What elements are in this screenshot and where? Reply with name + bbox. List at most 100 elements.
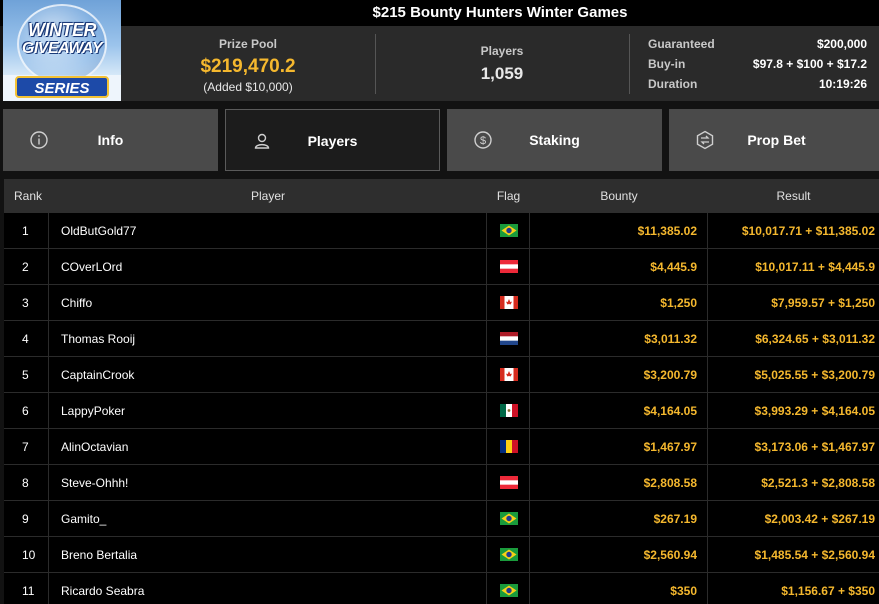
bounty-cell: $3,011.32 xyxy=(530,321,708,356)
rank-value: 7 xyxy=(22,440,29,454)
result-value: $1,156.67 + $350 xyxy=(781,584,875,598)
result-value: $3,173.06 + $1,467.97 xyxy=(754,440,875,454)
player-name[interactable]: Ricardo Seabra xyxy=(61,584,144,598)
result-cell: $6,324.65 + $3,011.32 xyxy=(708,321,879,356)
divider xyxy=(629,34,630,94)
rank-cell: 2 xyxy=(4,249,49,284)
player-cell: COverLOrd xyxy=(49,249,487,284)
tab-prop-bet[interactable]: Prop Bet xyxy=(669,109,879,171)
tournament-info-bar: Prize Pool $219,470.2 (Added $10,000) Pl… xyxy=(121,26,879,101)
guaranteed-label: Guaranteed xyxy=(648,37,715,51)
netherlands-flag xyxy=(500,332,518,345)
column-header-bounty[interactable]: Bounty xyxy=(530,189,708,203)
result-value: $10,017.71 + $11,385.02 xyxy=(741,224,875,238)
result-value: $1,485.54 + $2,560.94 xyxy=(754,548,875,562)
table-row[interactable]: 10 Breno Bertalia $2,560.94 $1,485.54 + $2,… xyxy=(4,537,879,573)
table-row[interactable]: 11 Ricardo Seabra $350 $1,156.67 + $350 xyxy=(4,573,879,604)
brazil-flag xyxy=(500,224,518,237)
result-cell: $10,017.71 + $11,385.02 xyxy=(708,213,879,248)
austria-flag xyxy=(500,260,518,273)
player-name[interactable]: CaptainCrook xyxy=(61,368,134,382)
table-row[interactable]: 5 CaptainCrook $3,200.79 $5,025.55 + $3,200… xyxy=(4,357,879,393)
player-name[interactable]: Thomas Rooij xyxy=(61,332,135,346)
result-cell: $5,025.55 + $3,200.79 xyxy=(708,357,879,392)
bounty-cell: $2,560.94 xyxy=(530,537,708,572)
flag-cell xyxy=(487,393,530,428)
players-label: Players xyxy=(480,44,524,58)
result-cell: $10,017.11 + $4,445.9 xyxy=(708,249,879,284)
table-row[interactable]: 8 Steve-Ohhh! $2,808.58 $2,521.3 + $2,808.5… xyxy=(4,465,879,501)
rank-value: 10 xyxy=(22,548,36,562)
player-cell: LappyPoker xyxy=(49,393,487,428)
rank-value: 8 xyxy=(22,476,29,490)
flag-cell xyxy=(487,249,530,284)
player-name[interactable]: COverLOrd xyxy=(61,260,122,274)
rank-cell: 7 xyxy=(4,429,49,464)
romania-flag xyxy=(500,440,518,453)
flag-cell xyxy=(487,465,530,500)
result-cell: $3,993.29 + $4,164.05 xyxy=(708,393,879,428)
result-value: $10,017.11 + $4,445.9 xyxy=(755,260,875,274)
result-value: $3,993.29 + $4,164.05 xyxy=(754,404,875,418)
rank-value: 3 xyxy=(22,296,29,310)
rank-cell: 9 xyxy=(4,501,49,536)
player-name[interactable]: Steve-Ohhh! xyxy=(61,476,128,490)
brazil-flag xyxy=(500,512,518,525)
table-row[interactable]: 2 COverLOrd $4,445.9 $10,017.11 + $4,445.9 xyxy=(4,249,879,285)
tab-staking-label: Staking xyxy=(529,132,580,148)
player-name[interactable]: AlinOctavian xyxy=(61,440,128,454)
table-row[interactable]: 1 OldButGold77 $11,385.02 $10,017.71 + $11,… xyxy=(4,213,879,249)
player-name[interactable]: LappyPoker xyxy=(61,404,125,418)
tab-players[interactable]: Players xyxy=(225,109,440,171)
brazil-flag xyxy=(500,584,518,597)
table-row[interactable]: 3 Chiffo $1,250 $7,959.57 + $1,250 xyxy=(4,285,879,321)
result-cell: $3,173.06 + $1,467.97 xyxy=(708,429,879,464)
column-header-player[interactable]: Player xyxy=(49,189,487,203)
bounty-value: $350 xyxy=(670,584,697,598)
rank-cell: 11 xyxy=(4,573,49,604)
player-cell: Ricardo Seabra xyxy=(49,573,487,604)
result-cell: $2,521.3 + $2,808.58 xyxy=(708,465,879,500)
canada-flag xyxy=(500,368,518,381)
tab-prop-bet-label: Prop Bet xyxy=(747,132,806,148)
player-name[interactable]: Chiffo xyxy=(61,296,92,310)
players-count: 1,059 xyxy=(480,64,524,83)
table-row[interactable]: 4 Thomas Rooij $3,011.32 $6,324.65 + $3,011… xyxy=(4,321,879,357)
table-row[interactable]: 9 Gamito_ $267.19 $2,003.42 + $267.19 xyxy=(4,501,879,537)
tab-info[interactable]: Info xyxy=(3,109,218,171)
bounty-value: $3,200.79 xyxy=(643,368,697,382)
logo-line1: WINTER xyxy=(28,20,97,40)
player-name[interactable]: Gamito_ xyxy=(61,512,106,526)
flag-cell xyxy=(487,429,530,464)
flag-cell xyxy=(487,573,530,604)
bounty-cell: $4,445.9 xyxy=(530,249,708,284)
column-header-flag[interactable]: Flag xyxy=(487,189,530,203)
prize-pool-label: Prize Pool xyxy=(218,37,277,51)
tab-staking[interactable]: $ Staking xyxy=(447,109,662,171)
player-cell: Breno Bertalia xyxy=(49,537,487,572)
player-name[interactable]: OldButGold77 xyxy=(61,224,136,238)
flag-cell xyxy=(487,213,530,248)
rank-cell: 5 xyxy=(4,357,49,392)
column-header-rank[interactable]: Rank xyxy=(14,189,42,203)
player-cell: CaptainCrook xyxy=(49,357,487,392)
bounty-value: $4,164.05 xyxy=(643,404,697,418)
table-row[interactable]: 7 AlinOctavian $1,467.97 $3,173.06 + $1,467… xyxy=(4,429,879,465)
duration-label: Duration xyxy=(648,77,698,91)
rank-value: 6 xyxy=(22,404,29,418)
table-row[interactable]: 6 LappyPoker $4,164.05 $3,993.29 + $4,164.0… xyxy=(4,393,879,429)
bounty-cell: $2,808.58 xyxy=(530,465,708,500)
flag-cell xyxy=(487,501,530,536)
austria-flag xyxy=(500,476,518,489)
bounty-cell: $267.19 xyxy=(530,501,708,536)
flag-cell xyxy=(487,321,530,356)
guaranteed-value: $200,000 xyxy=(816,37,867,51)
result-value: $2,003.42 + $267.19 xyxy=(764,512,875,526)
table-header: Rank Player Flag Bounty Result xyxy=(4,179,879,213)
player-name[interactable]: Breno Bertalia xyxy=(61,548,137,562)
bounty-value: $1,250 xyxy=(660,296,697,310)
page-title: $215 Bounty Hunters Winter Games xyxy=(372,4,628,21)
column-header-result[interactable]: Result xyxy=(708,189,879,203)
bounty-cell: $4,164.05 xyxy=(530,393,708,428)
logo-line3: SERIES xyxy=(15,76,109,98)
